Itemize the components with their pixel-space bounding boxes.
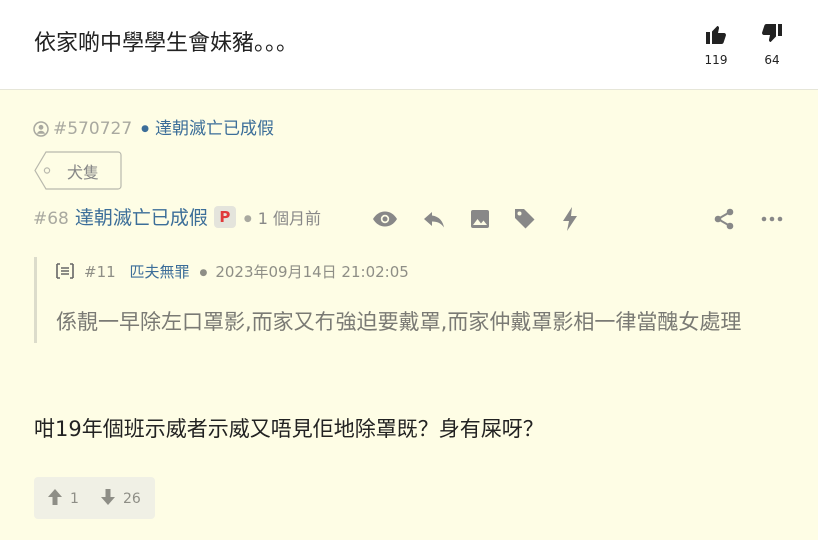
user-icon	[33, 121, 49, 137]
quote-bar	[34, 257, 37, 343]
rating-box: 1 26	[34, 477, 155, 519]
arrow-down-icon[interactable]	[100, 488, 116, 506]
quote-author[interactable]: 匹夫無罪	[129, 263, 189, 281]
post-time: 1 個月前	[257, 209, 322, 228]
quote-datetime: 2023年09月14日 21:02:05	[215, 263, 409, 281]
post-info: #68 達朝滅亡已成假 P ● 1 個月前	[33, 203, 321, 230]
post-content: 咁19年個班示威者示威又唔見佢地除罩既？身有屎呀？	[34, 417, 544, 441]
tag-label: 犬隻	[67, 163, 100, 182]
eye-icon[interactable]	[372, 208, 398, 230]
dislike-button[interactable]: 64	[752, 22, 792, 67]
thumbs-down-icon	[762, 24, 782, 42]
upvote-count: 1	[70, 491, 79, 507]
author-name[interactable]: 達朝滅亡已成假	[75, 207, 208, 229]
separator-dot: ●	[243, 214, 252, 224]
user-meta: #570727 ● 達朝滅亡已成假	[33, 114, 274, 139]
user-id: #570727	[53, 119, 133, 139]
dislike-count: 64	[764, 53, 780, 67]
p-badge: P	[213, 206, 236, 228]
more-icon[interactable]	[761, 215, 783, 223]
quote-meta: #11 匹夫無罪 ● 2023年09月14日 21:02:05	[56, 261, 409, 282]
lightning-icon[interactable]	[560, 206, 580, 232]
reply-icon[interactable]	[422, 207, 446, 231]
username-link[interactable]: 達朝滅亡已成假	[155, 119, 274, 139]
thumbs-up-icon	[706, 26, 726, 44]
thread-header: 依家啲中學學生會妹豬。。。 119 64	[0, 0, 818, 90]
label-icon[interactable]	[512, 206, 537, 231]
quote-floor: #11	[84, 263, 116, 281]
image-icon[interactable]	[469, 208, 491, 230]
like-button[interactable]: 119	[696, 22, 736, 67]
quote-text: 係靚一早除左口罩影,而家又冇強迫要戴罩,而家仲戴罩影相一律當醜女處理	[56, 310, 742, 334]
arrow-up-icon[interactable]	[47, 488, 63, 506]
floor-number: #68	[33, 209, 69, 229]
downvote-count: 26	[123, 491, 141, 507]
separator-dot: ●	[141, 124, 149, 134]
share-icon[interactable]	[712, 207, 736, 231]
thread-title: 依家啲中學學生會妹豬。。。	[34, 31, 299, 56]
user-tag[interactable]: 犬隻	[34, 151, 122, 190]
quote-icon	[56, 263, 74, 279]
like-count: 119	[704, 53, 728, 67]
separator-dot: ●	[199, 267, 208, 278]
